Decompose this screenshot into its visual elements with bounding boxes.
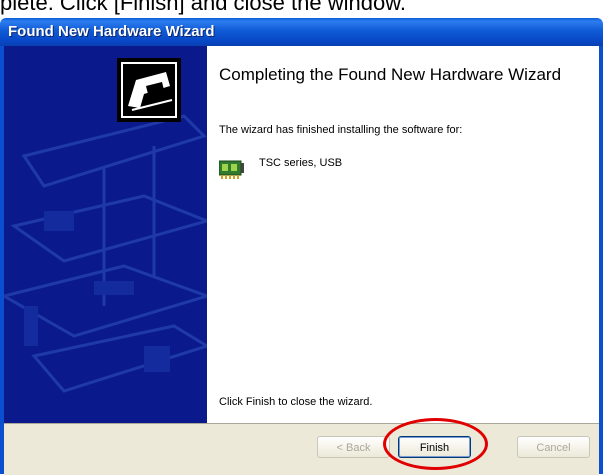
device-name: TSC series, USB <box>259 157 343 169</box>
cancel-button[interactable]: Cancel <box>517 436 590 458</box>
window-frame-right <box>599 46 603 474</box>
wizard-subtext: The wizard has finished installing the s… <box>219 124 463 136</box>
circuit-board-icon <box>219 160 244 179</box>
back-button[interactable]: < Back <box>317 436 390 458</box>
wizard-side-panel <box>4 46 207 423</box>
wizard-heading: Completing the Found New Hardware Wizard <box>219 65 562 84</box>
finish-instruction: Click Finish to close the wizard. <box>219 396 373 408</box>
wizard-window: Found New Hardware Wizard Completing the… <box>0 18 603 475</box>
hardware-wizard-icon <box>117 58 181 122</box>
finish-highlight-circle <box>383 418 488 470</box>
window-title: Found New Hardware Wizard <box>8 23 215 40</box>
button-bar: < Back Finish Cancel <box>4 423 599 475</box>
title-bar[interactable]: Found New Hardware Wizard <box>0 18 603 46</box>
instruction-text: plete. Click [Finish] and close the wind… <box>0 0 406 15</box>
wizard-content: Completing the Found New Hardware Wizard… <box>207 46 599 423</box>
